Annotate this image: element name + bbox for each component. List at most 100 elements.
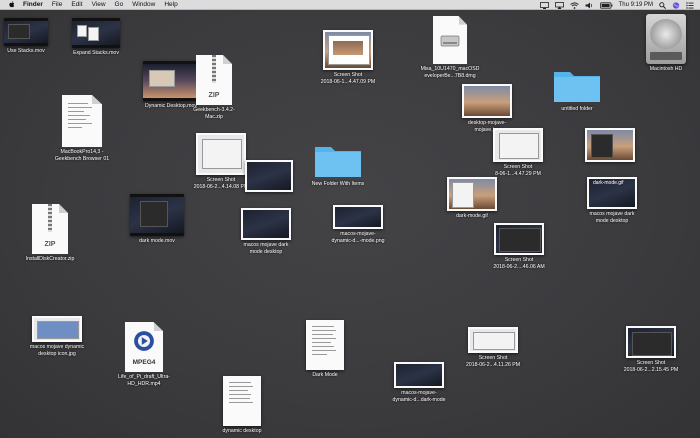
- file-name-label: macos-mojave- dynamic-d...dark-mode: [392, 390, 446, 403]
- file-name-label: Screen Shot 2018-06-1...4.47.09 PM: [320, 72, 376, 85]
- document-icon: [223, 376, 261, 426]
- mpeg-badge: MPEG4: [132, 359, 156, 366]
- image-thumbnail: [394, 362, 444, 388]
- menu-help[interactable]: Help: [164, 0, 177, 10]
- image-thumbnail: [32, 316, 82, 342]
- desktop-item-screenshot-top-right[interactable]: Screen Shot 8-06-1...4.47.29 PM: [488, 128, 548, 177]
- desktop-item-dark-mode-gif[interactable]: dark-mode.gif: [444, 177, 500, 220]
- menu-edit[interactable]: Edit: [71, 0, 82, 10]
- desktop-item-desktop-mojave-jpg[interactable]: desktop-mojave- mojave.jpg: [453, 84, 521, 133]
- menu-finder[interactable]: Finder: [23, 0, 43, 10]
- desktop-item-new-folder-with-items[interactable]: New Folder With Items: [302, 139, 374, 188]
- menu-go[interactable]: Go: [115, 0, 124, 10]
- image-thumbnail: [241, 208, 291, 240]
- image-thumbnail: [333, 205, 383, 229]
- file-name-label: New Folder With Items: [311, 180, 365, 187]
- screen-share-icon[interactable]: [539, 1, 549, 9]
- folder-icon: [315, 146, 361, 177]
- desktop[interactable]: Finder File Edit View Go Window Help Thu…: [0, 0, 700, 438]
- file-name-label: InstallDiskCreator.zip: [25, 256, 75, 262]
- image-thumbnail: dark-mode.gif: [587, 177, 637, 209]
- desktop-item-screenshot-ss2[interactable]: Screen Shot 2018-06-2...4.11.26 PM: [462, 327, 524, 368]
- file-name-label: Geekbench-3.4.2- Mac.zip: [193, 107, 235, 120]
- file-name-label: Screen Shot 2018-06-2....46.06 AM: [493, 257, 545, 270]
- folder-icon: [554, 72, 600, 102]
- file-name-label: Macintosh HD: [649, 66, 683, 72]
- spotlight-icon[interactable]: [659, 1, 666, 9]
- desktop-item-install-disk-creator[interactable]: ZIP InstallDiskCreator.zip: [20, 204, 80, 263]
- hard-drive-icon: [646, 14, 686, 64]
- image-thumbnail: [626, 326, 676, 358]
- menu-file[interactable]: File: [52, 0, 62, 10]
- menu-view[interactable]: View: [92, 0, 106, 10]
- image-thumbnail: [468, 327, 518, 353]
- image-thumbnail: [585, 128, 635, 162]
- desktop-item-screenshot-ss3[interactable]: Screen Shot 2018-06-2...2.15.45 PM: [618, 326, 684, 373]
- image-thumbnail: [493, 128, 543, 162]
- desktop-item-screenshot-top[interactable]: Screen Shot 2018-06-1...4.47.09 PM: [310, 30, 386, 85]
- image-thumbnail: [323, 30, 373, 70]
- file-name-label: Screen Shot 2018-06-2...2.15.45 PM: [623, 360, 679, 373]
- image-thumbnail: [462, 84, 512, 118]
- file-name-label: dark-mode.gif: [456, 213, 488, 219]
- desktop-item-use-stacks[interactable]: Use Stacks.mov: [2, 18, 50, 55]
- file-name-label: Life_of_Pi_draft_Ultra- HD_HDR.mp4: [118, 374, 170, 387]
- file-name-label: macos-mojave- dynamic-d...-mode.png: [331, 231, 385, 244]
- desktop-item-screenshot-right-col[interactable]: [584, 128, 636, 162]
- image-thumbnail: [245, 160, 293, 192]
- desktop-item-macintosh-hd[interactable]: Macintosh HD: [640, 14, 692, 73]
- wifi-icon[interactable]: [569, 1, 579, 9]
- video-thumbnail: [4, 18, 48, 46]
- image-thumbnail: [494, 223, 544, 255]
- document-icon: [62, 95, 102, 147]
- file-name-label: Screen Shot 2018-06-2...4.11.26 PM: [465, 355, 521, 368]
- desktop-item-geekbench-zip[interactable]: ZIP Geekbench-3.4.2- Mac.zip: [186, 55, 242, 120]
- desktop-item-macos-mojave-dark-mode-desktop[interactable]: macos mojave dark mode desktop: [230, 208, 302, 255]
- file-name-label: dark mode.mov: [139, 238, 175, 244]
- desktop-item-untitled-folder[interactable]: untitled folder: [548, 64, 606, 113]
- desktop-item-dynamic-desktop-doc[interactable]: dynamic desktop: [214, 376, 270, 435]
- document-icon: [306, 320, 344, 370]
- apple-menu-icon[interactable]: [9, 1, 15, 8]
- file-name-label: untitled folder: [561, 106, 593, 112]
- notification-center-icon[interactable]: [686, 1, 694, 9]
- desktop-item-dark-mode-doc[interactable]: Dark Mode: [300, 320, 350, 379]
- battery-icon[interactable]: [599, 1, 613, 9]
- thumbnail-caption: dark-mode.gif: [593, 180, 624, 186]
- video-thumbnail: [130, 194, 184, 236]
- desktop-item-screenshot-ss1[interactable]: Screen Shot 2018-06-2....46.06 AM: [488, 223, 550, 270]
- file-name-label: macos mojave dark mode desktop: [243, 242, 289, 255]
- disk-image-icon: [433, 16, 467, 64]
- file-name-label: macos mojave dark mode desktop: [589, 211, 635, 224]
- file-name-label: Use Stacks.mov: [7, 48, 45, 54]
- desktop-item-macos-mojave-dark-mode-bottom[interactable]: macos-mojave- dynamic-d...dark-mode: [383, 362, 455, 403]
- file-name-label: Misa_10U1470_macOSD eveloperBe...7B8.dmg: [420, 66, 480, 79]
- image-thumbnail: [196, 133, 246, 175]
- menu-bar: Finder File Edit View Go Window Help Thu…: [0, 0, 700, 10]
- zip-archive-icon: ZIP: [32, 204, 68, 254]
- file-name-label: macos mojave dynamic desktop icon.jpg: [29, 344, 85, 357]
- menubar-clock[interactable]: Thu 9:19 PM: [619, 0, 653, 10]
- desktop-item-macos-mojave-dynamic-mode[interactable]: macos-mojave- dynamic-d...-mode.png: [324, 205, 392, 244]
- image-thumbnail: [447, 177, 497, 211]
- desktop-item-small-screenshot[interactable]: [244, 160, 294, 192]
- desktop-item-life-of-pi[interactable]: MPEG4 Life_of_Pi_draft_Ultra- HD_HDR.mp4: [104, 322, 184, 387]
- video-thumbnail: [72, 18, 120, 48]
- desktop-item-expand-stacks[interactable]: Expand Stacks.mov: [70, 18, 122, 57]
- file-name-label: Expand Stacks.mov: [73, 50, 119, 56]
- file-name-label: MacBookPro14,3 - Geekbench Browser 01: [54, 149, 110, 162]
- file-name-label: dynamic desktop: [222, 428, 262, 434]
- airplay-icon[interactable]: [554, 1, 564, 9]
- file-name-label: Screen Shot 8-06-1...4.47.29 PM: [495, 164, 541, 177]
- desktop-item-dark-mode-gif-right[interactable]: dark-mode.gif macos mojave dark mode des…: [582, 177, 642, 224]
- desktop-item-macos-mojave-dynamic-icon[interactable]: macos mojave dynamic desktop icon.jpg: [22, 316, 92, 357]
- siri-icon[interactable]: [672, 1, 680, 9]
- desktop-item-macbookpro-geekbench[interactable]: MacBookPro14,3 - Geekbench Browser 01: [52, 95, 112, 162]
- desktop-item-misa-dmg[interactable]: Misa_10U1470_macOSD eveloperBe...7B8.dmg: [415, 16, 485, 79]
- zip-archive-icon: ZIP: [196, 55, 232, 105]
- menu-window[interactable]: Window: [132, 0, 155, 10]
- desktop-item-dark-mode-mov[interactable]: dark mode.mov: [128, 194, 186, 245]
- file-name-label: Dark Mode: [312, 372, 338, 378]
- volume-icon[interactable]: [585, 2, 594, 9]
- video-file-icon: MPEG4: [125, 322, 163, 372]
